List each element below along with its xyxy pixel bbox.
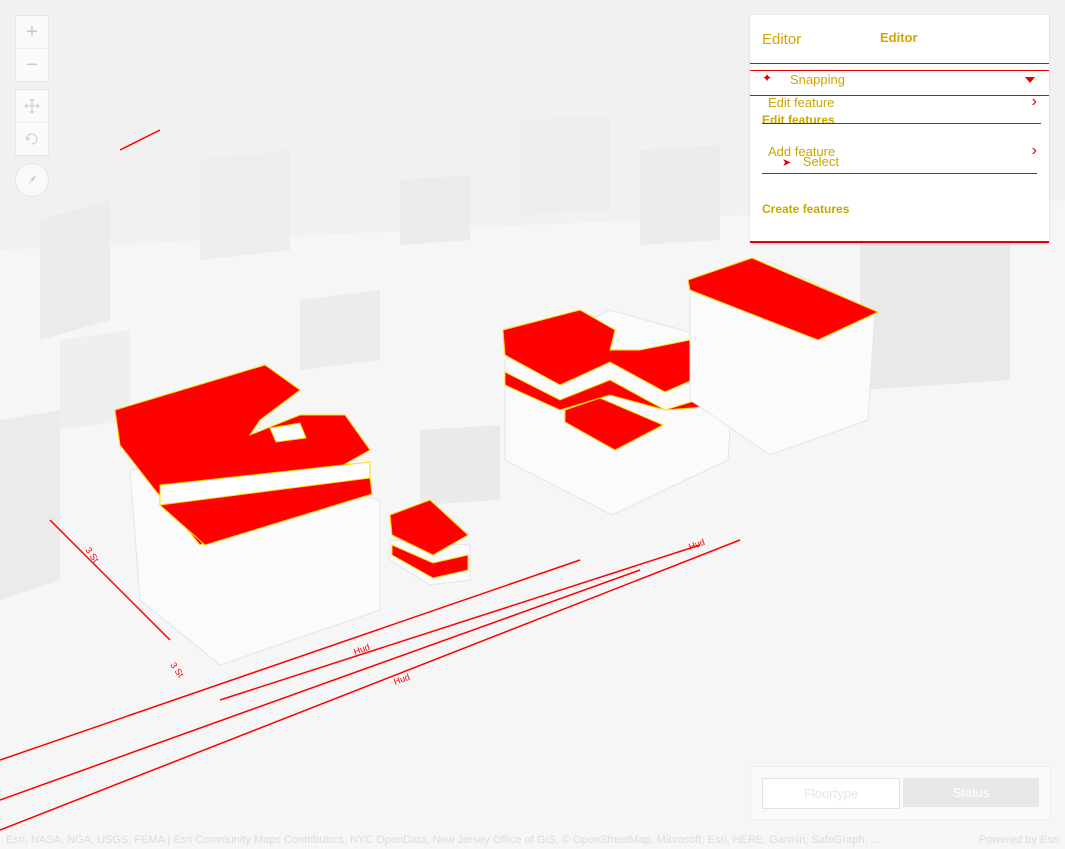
create-features-heading: Create features	[762, 202, 850, 216]
floortype-button[interactable]: Floortype	[762, 778, 900, 809]
edit-feature-button[interactable]: Edit feature ›	[762, 93, 1037, 110]
divider	[762, 173, 1037, 174]
rotate-icon[interactable]	[16, 122, 48, 155]
attribution-bar: Esri, NASA, NGA, USGS, FEMA | Esri Commu…	[0, 831, 1065, 849]
filter-panel: Floortype Status	[750, 766, 1051, 820]
editor-panel: Editor Editor ✦ Snapping Edit feature › …	[750, 15, 1049, 243]
chevron-down-icon	[1025, 77, 1035, 83]
navigation-controls	[15, 89, 49, 156]
edit-features-heading: Edit features	[762, 113, 835, 127]
select-label: Select	[802, 154, 839, 169]
pan-icon[interactable]	[16, 90, 48, 122]
status-button[interactable]: Status	[903, 778, 1039, 807]
editor-title: Editor	[762, 31, 802, 48]
editor-header-label: Editor	[880, 30, 918, 45]
edit-feature-label: Edit feature	[768, 95, 835, 110]
select-button[interactable]: ➤ Select	[782, 154, 1037, 169]
powered-by-link[interactable]: Powered by Esri	[979, 834, 1059, 846]
zoom-controls: + −	[15, 15, 49, 82]
divider	[750, 63, 1049, 64]
attribution-sources[interactable]: Esri, NASA, NGA, USGS, FEMA | Esri Commu…	[6, 834, 880, 846]
chevron-right-icon: ›	[1031, 93, 1037, 110]
snapping-label: Snapping	[790, 72, 845, 87]
zoom-out-button[interactable]: −	[16, 48, 48, 81]
zoom-in-button[interactable]: +	[16, 16, 48, 48]
divider	[762, 123, 1041, 124]
cursor-icon: ➤	[782, 157, 792, 169]
snapping-toggle[interactable]: ✦ Snapping	[762, 71, 1035, 88]
snapping-icon: ✦	[762, 71, 773, 85]
divider	[750, 70, 1049, 71]
compass-icon[interactable]	[15, 163, 49, 197]
